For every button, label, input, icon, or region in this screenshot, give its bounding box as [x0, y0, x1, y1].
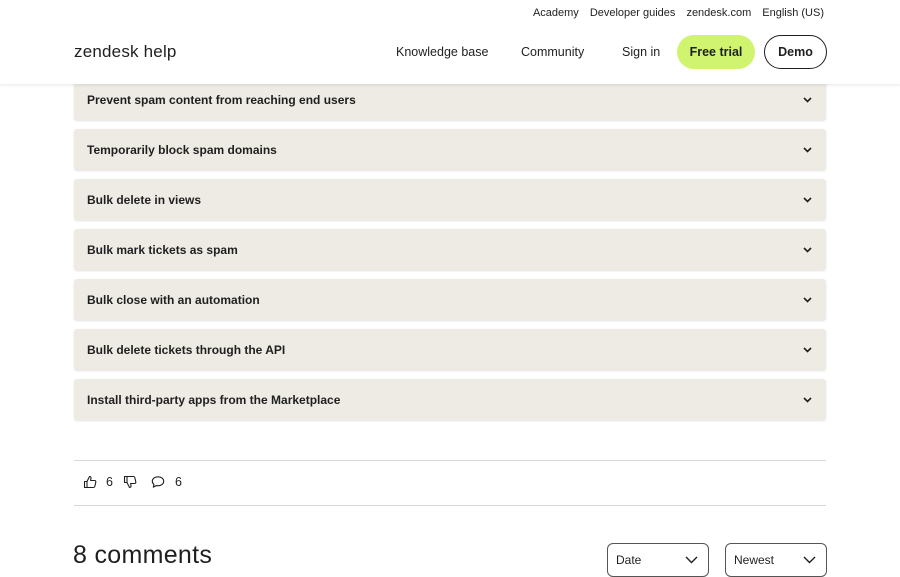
accordion-item[interactable]: Temporarily block spam domains	[74, 129, 826, 170]
chevron-down-icon	[802, 145, 812, 155]
accordion-item-label: Bulk delete tickets through the API	[87, 342, 286, 357]
chevron-down-icon	[802, 245, 812, 255]
chevron-down-icon	[802, 345, 812, 355]
chevron-down-icon	[802, 195, 812, 205]
utility-nav: Academy Developer guides zendesk.com Eng…	[533, 7, 824, 20]
developer-guides-link[interactable]: Developer guides	[590, 7, 676, 20]
accordion-item[interactable]: Prevent spam content from reaching end u…	[74, 79, 826, 120]
free-trial-button[interactable]: Free trial	[677, 35, 755, 69]
accordion-item-label: Bulk mark tickets as spam	[87, 242, 238, 257]
chevron-down-icon	[685, 553, 698, 567]
comment-icon[interactable]	[151, 475, 165, 489]
comments-heading: 8 comments	[73, 541, 213, 569]
chevron-down-icon	[802, 295, 812, 305]
accordion-item-label: Install third-party apps from the Market…	[87, 392, 341, 407]
thumbs-down-icon[interactable]	[123, 475, 137, 489]
nav-knowledge-base[interactable]: Knowledge base	[396, 45, 488, 59]
divider	[74, 460, 826, 461]
site-header: Academy Developer guides zendesk.com Eng…	[0, 0, 900, 84]
accordion-item[interactable]: Bulk delete tickets through the API	[74, 329, 826, 370]
thumbs-up-icon[interactable]	[83, 475, 97, 489]
sort-field-value: Date	[616, 553, 642, 567]
accordion-item-label: Bulk close with an automation	[87, 292, 260, 307]
chevron-down-icon	[802, 95, 812, 105]
accordion-item-label: Temporarily block spam domains	[87, 142, 277, 157]
accordion-item-label: Prevent spam content from reaching end u…	[87, 92, 356, 107]
accordion-item[interactable]: Bulk mark tickets as spam	[74, 229, 826, 270]
chevron-down-icon	[802, 395, 812, 405]
language-selector[interactable]: English (US)	[762, 7, 824, 20]
accordion-item[interactable]: Bulk delete in views	[74, 179, 826, 220]
accordion-item[interactable]: Install third-party apps from the Market…	[74, 379, 826, 420]
comment-count: 6	[174, 475, 182, 489]
accordion-item-label: Bulk delete in views	[87, 192, 202, 207]
sign-in-link[interactable]: Sign in	[622, 45, 660, 59]
accordion-item[interactable]: Bulk close with an automation	[74, 279, 826, 320]
demo-button[interactable]: Demo	[764, 35, 827, 69]
article-feedback: 6 6	[83, 474, 182, 490]
sort-order-value: Newest	[734, 553, 775, 567]
upvote-count: 6	[106, 475, 113, 489]
sort-field-select[interactable]: Date	[607, 543, 709, 577]
logo[interactable]: zendesk help	[74, 42, 177, 62]
zendesk-com-link[interactable]: zendesk.com	[686, 7, 751, 20]
academy-link[interactable]: Academy	[533, 7, 579, 20]
chevron-down-icon	[803, 553, 816, 567]
sort-order-select[interactable]: Newest	[725, 543, 827, 577]
nav-community[interactable]: Community	[521, 45, 584, 59]
divider	[74, 505, 826, 506]
